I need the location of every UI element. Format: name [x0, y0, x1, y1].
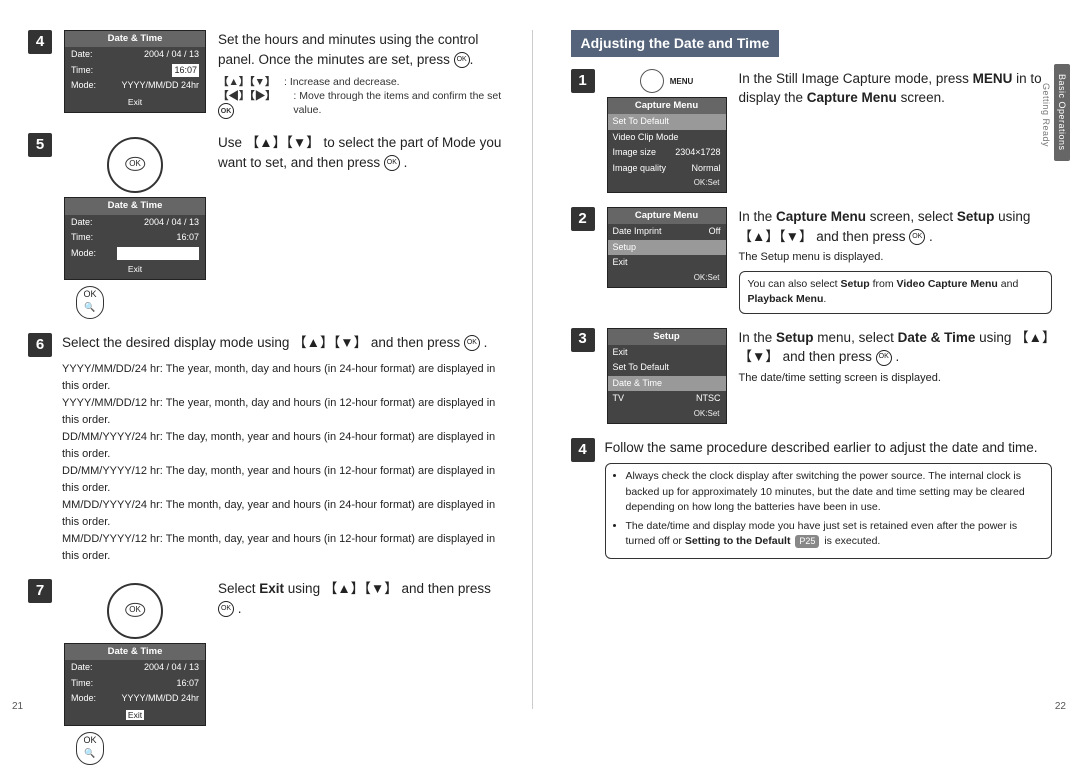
step-number: 3 — [571, 328, 595, 352]
dpad-icon — [107, 137, 163, 193]
lcd-date-time: Date & Time Date:2004 / 04 / 13 Time:16:… — [64, 197, 206, 280]
ok-icon: OK — [218, 103, 234, 119]
step5-title: Use 【▲】【▼】 to select the part of Mode yo… — [218, 133, 510, 172]
rstep-1: 1 MENU Capture Menu Set To Default Video… — [571, 69, 1053, 193]
step7-title: Select Exit using 【▲】【▼】 and then press … — [218, 579, 510, 618]
rstep-3: 3 Setup Exit Set To Default Date & Time … — [571, 328, 1053, 424]
ok-zoom-icon: OK🔍 — [76, 286, 104, 319]
step-4: 4 Date & Time Date:2004 / 04 / 13 Time:1… — [28, 30, 510, 119]
step-5: 5 Date & Time Date:2004 / 04 / 13 Time:1… — [28, 133, 510, 319]
step-6: 6 Select the desired display mode using … — [28, 333, 510, 565]
ok-zoom-icon: OK🔍 — [76, 732, 104, 765]
page-ref-pill: P25 — [795, 535, 819, 548]
page-number-right: 22 — [1055, 700, 1066, 714]
step-number: 6 — [28, 333, 52, 357]
ok-icon: OK — [876, 350, 892, 366]
rstep2-title: In the Capture Menu screen, select Setup… — [739, 207, 1053, 246]
lcd-capture-menu: Capture Menu Date ImprintOff Setup Exit … — [607, 207, 727, 288]
rstep-2: 2 Capture Menu Date ImprintOff Setup Exi… — [571, 207, 1053, 313]
section-heading: Adjusting the Date and Time — [571, 30, 780, 57]
step-7: 7 Date & Time Date:2004 / 04 / 13 Time:1… — [28, 579, 510, 765]
step-number: 4 — [28, 30, 52, 54]
ok-icon: OK — [384, 155, 400, 171]
step-number: 5 — [28, 133, 52, 157]
lcd-date-time: Date & Time Date:2004 / 04 / 13 Time:16:… — [64, 30, 206, 113]
menu-button-icon — [640, 69, 664, 93]
step-number: 4 — [571, 438, 595, 462]
lcd-capture-menu: Capture Menu Set To Default Video Clip M… — [607, 97, 727, 193]
step-number: 2 — [571, 207, 595, 231]
note-box: You can also select Setup from Video Cap… — [739, 271, 1053, 313]
step6-title: Select the desired display mode using 【▲… — [62, 333, 510, 353]
page-right: 22 Basic Operations Getting Ready Adjust… — [567, 30, 1053, 709]
step4-visual: Date & Time Date:2004 / 04 / 13 Time:16:… — [64, 30, 206, 119]
note-box: Always check the clock display after swi… — [605, 463, 1053, 559]
step4-title: Set the hours and minutes using the cont… — [218, 30, 510, 69]
lcd-setup-menu: Setup Exit Set To Default Date & Time TV… — [607, 328, 727, 424]
step-number: 7 — [28, 579, 52, 603]
lcd-date-time: Date & Time Date:2004 / 04 / 13 Time:16:… — [64, 643, 206, 726]
dpad-icon — [107, 583, 163, 639]
ok-icon: OK — [218, 601, 234, 617]
step-number: 1 — [571, 69, 595, 93]
ok-icon: OK — [454, 52, 470, 68]
side-tab: Basic Operations Getting Ready — [1052, 64, 1070, 167]
rstep4-title: Follow the same procedure described earl… — [605, 438, 1053, 458]
page-left: 21 4 Date & Time Date:2004 / 04 / 13 Tim… — [28, 30, 533, 709]
rstep-4: 4 Follow the same procedure described ea… — [571, 438, 1053, 560]
mode-list: YYYY/MM/DD/24 hr: The year, month, day a… — [62, 361, 510, 566]
ok-icon: OK — [464, 335, 480, 351]
manual-spread: 21 4 Date & Time Date:2004 / 04 / 13 Tim… — [0, 0, 1080, 717]
page-number-left: 21 — [12, 700, 23, 714]
lcd-title: Date & Time — [65, 31, 205, 47]
rstep3-title: In the Setup menu, select Date & Time us… — [739, 328, 1053, 367]
ok-icon: OK — [909, 229, 925, 245]
rstep1-title: In the Still Image Capture mode, press M… — [739, 69, 1053, 108]
